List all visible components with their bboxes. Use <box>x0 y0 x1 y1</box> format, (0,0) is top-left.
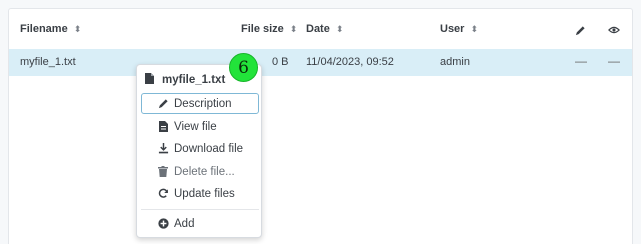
trash-icon <box>157 166 169 177</box>
column-date[interactable]: Date ⬍ <box>306 23 343 35</box>
menu-item-label: View file <box>174 120 217 133</box>
table-header: Filename ⬍ File size ⬍ Date ⬍ User ⬍ <box>9 9 632 49</box>
menu-item-download-file[interactable]: Download file <box>141 138 259 159</box>
menu-item-label: Description <box>174 97 232 110</box>
file-context-menu: myfile_1.txt Description View file Downl… <box>136 64 262 238</box>
column-date-label: Date <box>306 23 330 35</box>
context-menu-title-text: myfile_1.txt <box>162 74 226 86</box>
context-menu-title: myfile_1.txt <box>145 73 225 87</box>
column-user-label: User <box>440 23 465 35</box>
menu-item-update-files[interactable]: Update files <box>141 183 259 204</box>
sort-icon: ⬍ <box>73 23 82 34</box>
menu-item-add[interactable]: Add <box>141 213 259 234</box>
menu-item-description[interactable]: Description <box>141 93 259 114</box>
refresh-icon <box>157 188 169 199</box>
column-filename[interactable]: Filename ⬍ <box>20 23 81 35</box>
file-icon <box>157 121 169 132</box>
eye-icon[interactable] <box>607 23 621 37</box>
file-size-cell: 0 B <box>272 56 289 68</box>
pencil-icon <box>157 98 169 109</box>
menu-item-label: Update files <box>174 187 235 200</box>
file-user-cell: admin <box>440 56 470 68</box>
menu-item-view-file[interactable]: View file <box>141 116 259 137</box>
view-placeholder: — <box>608 54 620 68</box>
description-placeholder: — <box>575 54 587 68</box>
menu-item-label: Delete file... <box>174 165 235 178</box>
download-icon <box>157 143 169 154</box>
column-user[interactable]: User ⬍ <box>440 23 478 35</box>
file-date-cell: 11/04/2023, 09:52 <box>306 56 394 68</box>
plus-circle-icon <box>157 218 169 229</box>
menu-divider <box>141 209 259 210</box>
table-row[interactable]: myfile_1.txt 0 B 11/04/2023, 09:52 admin… <box>9 49 632 76</box>
column-filesize[interactable]: File size ⬍ <box>241 23 297 35</box>
sort-icon: ⬍ <box>470 23 479 34</box>
file-icon <box>145 73 154 87</box>
sort-icon: ⬍ <box>289 23 298 34</box>
menu-item-delete-file[interactable]: Delete file... <box>141 161 259 182</box>
step-badge: 6 <box>229 53 258 82</box>
column-filesize-label: File size <box>241 23 284 35</box>
files-panel: Filename ⬍ File size ⬍ Date ⬍ User ⬍ myf… <box>8 8 633 244</box>
pencil-icon[interactable] <box>573 23 587 37</box>
column-filename-label: Filename <box>20 23 68 35</box>
file-name-cell: myfile_1.txt <box>20 56 76 68</box>
sort-icon: ⬍ <box>335 23 344 34</box>
menu-item-label: Add <box>174 217 195 230</box>
menu-item-label: Download file <box>174 142 244 155</box>
